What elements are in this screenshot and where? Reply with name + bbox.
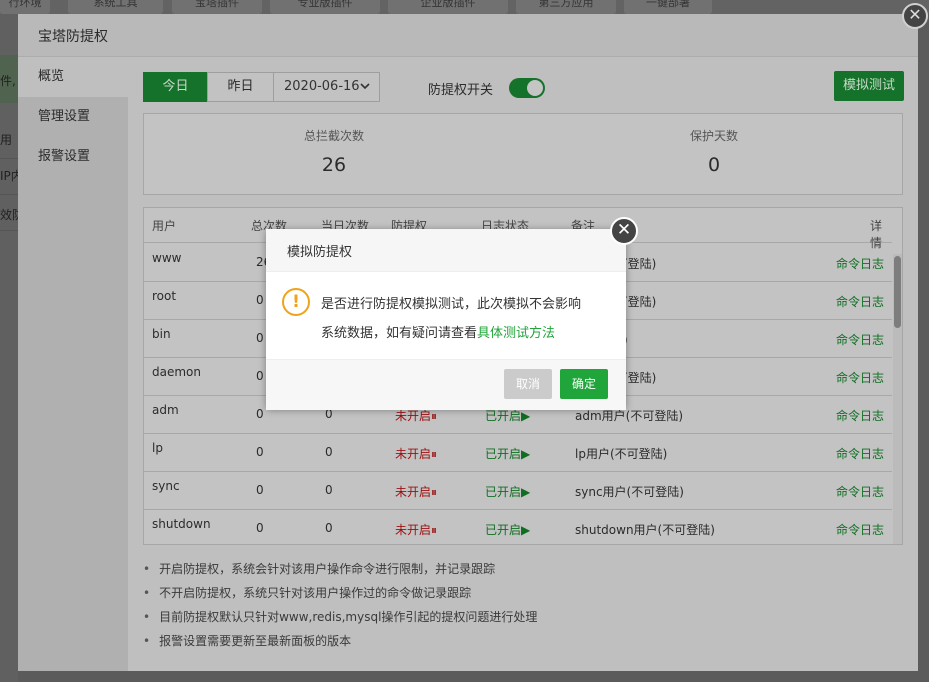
user-name: root [152, 289, 177, 303]
cell-note: lp用户(不可登陆) [575, 447, 668, 461]
protection-days-stat: 保护天数 0 [524, 114, 904, 176]
window-title: 宝塔防提权 [38, 29, 108, 45]
user-name: www [152, 251, 182, 265]
confirm-button[interactable]: 确定 [560, 369, 608, 399]
stat-label: 保护天数 [689, 129, 738, 143]
tip-item: 报警设置需要更新至最新面板的版本 [143, 632, 843, 649]
dialog-footer: 取消 确定 [266, 359, 626, 410]
cell-total: 0 [256, 331, 264, 345]
user-name: sync [152, 479, 180, 493]
cell-total: 0 [256, 521, 264, 535]
window-title-bar: 宝塔防提权 [18, 14, 918, 57]
stat-label: 总拦截次数 [303, 129, 364, 143]
cell-total: 0 [256, 293, 264, 307]
cancel-button[interactable]: 取消 [504, 369, 552, 399]
cell-today: 0 [325, 521, 333, 535]
dialog-message-line1: 是否进行防提权模拟测试，此次模拟不会影响 [321, 297, 582, 312]
user-name: bin [152, 327, 171, 341]
cell-total: 0 [256, 369, 264, 383]
dialog-title: 模拟防提权 [287, 245, 353, 260]
table-row: lp 0 0 未开启⏸ 已开启▶ lp用户(不可登陆) 命令日志 [144, 433, 892, 472]
dialog-message-line2: 系统数据，如有疑问请查看 [321, 326, 478, 341]
dialog-close-button[interactable]: ✕ [610, 217, 638, 245]
tip-item: 开启防提权，系统会针对该用户操作命令进行限制，并记录跟踪 [143, 560, 843, 577]
command-log-link[interactable]: 命令日志 [836, 445, 884, 462]
protection-toggle[interactable] [509, 78, 545, 98]
toggle-knob [527, 80, 543, 96]
simulate-dialog: 模拟防提权 ✕ ! 是否进行防提权模拟测试，此次模拟不会影响 系统数据，如有疑问… [266, 217, 638, 410]
sidebar-item-overview[interactable]: 概览 [18, 57, 128, 97]
cell-log[interactable]: 已开启▶ [485, 445, 530, 462]
cell-log[interactable]: 已开启▶ [485, 521, 530, 538]
cell-note: sync用户(不可登陆) [575, 485, 684, 499]
table-row: shutdown 0 0 未开启⏸ 已开启▶ shutdown用户(不可登陆) 命令日志 [144, 509, 892, 544]
dialog-title-bar: 模拟防提权 [266, 229, 626, 272]
warning-icon: ! [282, 288, 310, 316]
cell-protect[interactable]: 未开启⏸ [395, 521, 437, 538]
command-log-link[interactable]: 命令日志 [836, 255, 884, 272]
cell-today: 0 [325, 445, 333, 459]
cell-protect[interactable]: 未开启⏸ [395, 445, 437, 462]
cell-log[interactable]: 已开启▶ [485, 483, 530, 500]
cell-protect[interactable]: 未开启⏸ [395, 483, 437, 500]
cell-total: 0 [256, 483, 264, 497]
tip-item: 不开启防提权，系统只针对该用户操作过的命令做记录跟踪 [143, 584, 843, 601]
sidebar-item-manage-settings[interactable]: 管理设置 [18, 97, 128, 137]
test-method-link[interactable]: 具体测试方法 [477, 326, 555, 341]
total-intercepts-stat: 总拦截次数 26 [144, 114, 524, 176]
user-name: shutdown [152, 517, 211, 531]
user-name: adm [152, 403, 179, 417]
simulate-test-button[interactable]: 模拟测试 [834, 71, 904, 101]
cell-total: 0 [256, 445, 264, 459]
cell-today: 0 [325, 483, 333, 497]
command-log-link[interactable]: 命令日志 [836, 369, 884, 386]
window-close-button[interactable]: ✕ [902, 3, 928, 29]
table-row: sync 0 0 未开启⏸ 已开启▶ sync用户(不可登陆) 命令日志 [144, 471, 892, 510]
yesterday-button[interactable]: 昨日 [207, 72, 274, 102]
date-select[interactable]: 2020-06-16 [273, 72, 380, 102]
command-log-link[interactable]: 命令日志 [836, 293, 884, 310]
command-log-link[interactable]: 命令日志 [836, 407, 884, 424]
table-scrollbar[interactable] [893, 254, 902, 544]
tip-item: 目前防提权默认只针对www,redis,mysql操作引起的提权问题进行处理 [143, 608, 843, 625]
command-log-link[interactable]: 命令日志 [836, 331, 884, 348]
cell-note: shutdown用户(不可登陆) [575, 523, 715, 537]
user-name: lp [152, 441, 163, 455]
sidebar: 概览 管理设置 报警设置 [18, 57, 128, 671]
cell-total: 0 [256, 407, 264, 421]
command-log-link[interactable]: 命令日志 [836, 521, 884, 538]
column-header: 用户 [152, 219, 177, 233]
stats-panel: 总拦截次数 26 保护天数 0 [143, 113, 903, 195]
user-name: daemon [152, 365, 201, 379]
protection-switch-label: 防提权开关 [428, 83, 494, 98]
command-log-link[interactable]: 命令日志 [836, 483, 884, 500]
chevron-down-icon [359, 73, 371, 111]
stat-value: 26 [321, 154, 347, 176]
stat-value: 0 [707, 154, 721, 176]
today-button[interactable]: 今日 [143, 72, 208, 102]
dialog-message: 是否进行防提权模拟测试，此次模拟不会影响 系统数据，如有疑问请查看具体测试方法 [321, 290, 621, 348]
sidebar-item-alarm-settings[interactable]: 报警设置 [18, 137, 128, 177]
date-value: 2020-06-16 [284, 79, 360, 94]
scrollbar-thumb[interactable] [894, 256, 901, 328]
